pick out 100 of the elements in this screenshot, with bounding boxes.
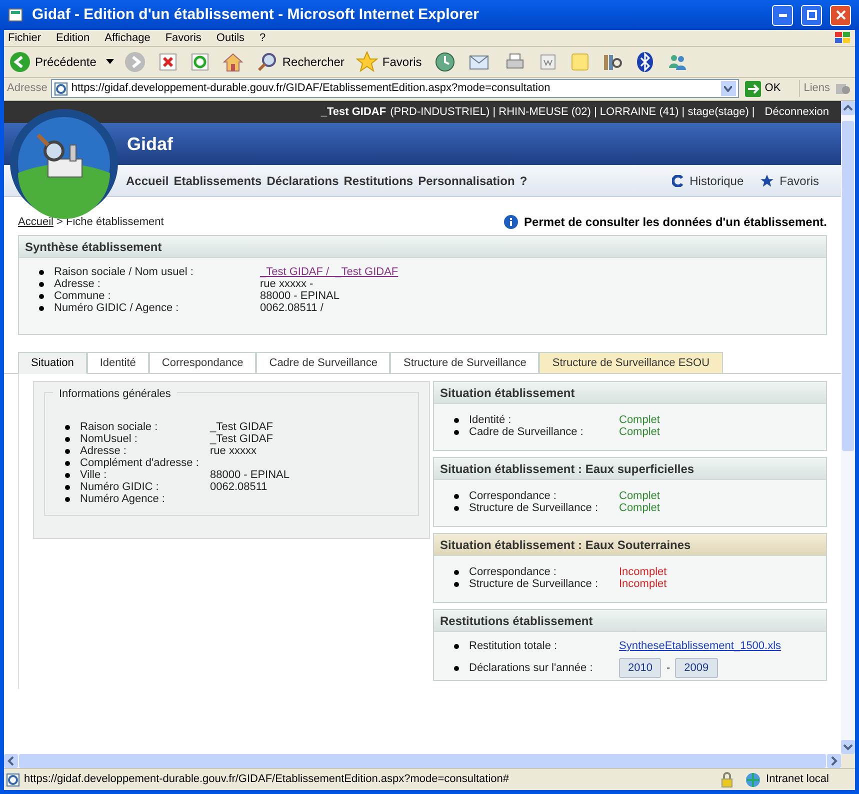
nav-link[interactable]: ? xyxy=(520,172,528,190)
nav-link[interactable]: Personnalisation xyxy=(418,172,515,190)
bullet-icon xyxy=(65,448,70,454)
field-label: Restitution totale : xyxy=(469,638,558,654)
bullet-icon xyxy=(454,582,459,586)
nav-link[interactable]: Etablissements xyxy=(174,172,262,190)
scroll-right-icon xyxy=(827,754,841,768)
status-value: Complet xyxy=(619,426,660,440)
address-field[interactable]: https://gidaf.developpement-durable.gouv.fr/GIDAF/EtablissementEdition.aspx?mode=consultation xyxy=(51,79,739,98)
bullet-icon xyxy=(65,484,70,490)
bullet-icon xyxy=(39,306,44,310)
window-title: Gidaf - Edition d'un établissement - Microsoft Internet Explorer xyxy=(32,4,480,25)
lock-icon xyxy=(720,772,734,788)
go-button[interactable]: OK xyxy=(742,80,783,97)
app-icon xyxy=(8,7,24,23)
nav-link[interactable]: Historique xyxy=(672,172,744,190)
panel-header: Situation établissement xyxy=(434,382,826,404)
name-link[interactable]: _Test GIDAF / _Test GIDAF xyxy=(260,264,398,280)
scrollbar-thumb[interactable] xyxy=(842,121,854,451)
minimize-button[interactable] xyxy=(772,4,793,26)
windows-flag-icon xyxy=(834,31,852,45)
logout-link[interactable]: Déconnexion xyxy=(764,104,829,120)
toolbar-button[interactable]: Précédente xyxy=(7,49,98,75)
menu-item[interactable]: Edition xyxy=(55,30,91,46)
field-label: Commune : xyxy=(54,288,112,302)
refresh-icon xyxy=(672,174,684,186)
field-label: Ville : xyxy=(80,468,108,482)
field-label: Numéro GIDIC / Agence : xyxy=(54,300,180,316)
nav-link[interactable]: Déclarations xyxy=(266,172,339,190)
vertical-scrollbar[interactable] xyxy=(841,101,855,754)
star-icon xyxy=(760,174,774,188)
search-icon xyxy=(256,51,278,73)
tab[interactable]: Structure de Surveillance xyxy=(390,352,540,374)
menu-item[interactable]: Fichier xyxy=(7,30,42,46)
field-value: _Test GIDAF xyxy=(210,432,273,447)
scroll-left-icon xyxy=(4,754,18,768)
clock-icon xyxy=(434,51,456,73)
field-label: Raison sociale : xyxy=(80,420,159,434)
nav-link[interactable]: Accueil xyxy=(126,172,169,190)
field-label: Complément d'adresse : xyxy=(80,456,200,470)
field-label: Identité : xyxy=(469,412,512,427)
field-value: _Test GIDAF xyxy=(210,420,273,434)
close-icon xyxy=(836,10,846,20)
bullet-icon xyxy=(454,666,459,670)
stop-icon xyxy=(158,52,178,72)
tab[interactable]: Identité xyxy=(86,352,149,374)
year-button[interactable]: 2009 xyxy=(675,658,718,678)
bullet-icon xyxy=(65,472,70,478)
status-value: Complet xyxy=(619,502,660,516)
field-label: NomUsuel : xyxy=(80,432,138,446)
menu-item[interactable]: Affichage xyxy=(104,30,152,46)
refresh-icon xyxy=(190,52,210,72)
bullet-icon xyxy=(454,494,459,498)
bullet-icon xyxy=(65,460,70,466)
menu-item[interactable]: Favoris xyxy=(164,30,202,46)
tab[interactable]: Situation xyxy=(18,352,87,374)
toolbar-button[interactable]: Rechercher xyxy=(254,49,346,75)
info-text: Permet de consulter les données d'un établissement. xyxy=(524,214,827,231)
field-label: Adresse : xyxy=(80,444,128,458)
panel-header: Synthèse établissement xyxy=(19,236,826,258)
scrollbar-corner xyxy=(841,754,855,768)
tab[interactable]: Correspondance xyxy=(148,352,256,374)
minimize-icon xyxy=(778,14,786,16)
maximize-button[interactable] xyxy=(801,4,822,26)
menu-item[interactable]: Outils xyxy=(215,30,246,46)
bullet-icon xyxy=(65,496,70,502)
bullet-icon xyxy=(454,430,459,434)
tab[interactable]: Structure de Surveillance ESOU xyxy=(539,352,723,374)
field-label: Adresse : xyxy=(54,276,102,291)
links-label[interactable]: Liens xyxy=(798,80,830,97)
tab[interactable]: Cadre de Surveillance xyxy=(256,352,390,374)
page-icon xyxy=(6,772,20,786)
nav-link[interactable]: Restitutions xyxy=(344,172,414,190)
field-value: rue xxxxx - xyxy=(260,278,314,291)
field-value: 88000 - EPINAL xyxy=(260,288,340,303)
breadcrumb-link[interactable]: Accueil xyxy=(18,216,54,228)
dropdown-button[interactable] xyxy=(720,81,736,96)
field-label: Numéro Agence : xyxy=(80,492,166,507)
file-link[interactable]: SyntheseEtablissement_1500.xls xyxy=(619,638,782,654)
separator: - xyxy=(665,660,672,676)
bullet-icon xyxy=(65,424,70,430)
toolbar-button[interactable]: Favoris xyxy=(354,49,424,75)
status-text: https://gidaf.developpement-durable.gouv.fr/GIDAF/EtablissementEdition.aspx?mode=consultation# xyxy=(24,772,510,788)
bullet-icon xyxy=(454,418,459,422)
bullet-icon xyxy=(39,270,44,274)
bullet-icon xyxy=(65,436,70,442)
star-icon xyxy=(356,51,378,73)
arrow-icon xyxy=(744,80,761,96)
nav-link[interactable]: Favoris xyxy=(760,172,819,190)
close-button[interactable] xyxy=(830,4,851,26)
legend: Informations générales xyxy=(53,386,177,402)
year-button[interactable]: 2010 xyxy=(619,658,662,678)
bullet-icon xyxy=(39,282,44,286)
books-icon xyxy=(602,52,624,72)
scroll-up-icon xyxy=(841,101,855,115)
menu-item[interactable]: ? xyxy=(258,30,267,46)
field-label: Cadre de Surveillance : xyxy=(469,424,584,440)
app-title: Gidaf xyxy=(127,132,174,156)
user-info: (PRD-INDUSTRIEL) | RHIN-MEUSE (02) | LORRAINE (41) | stage(stage) | xyxy=(390,104,755,120)
links-icon xyxy=(834,82,852,96)
